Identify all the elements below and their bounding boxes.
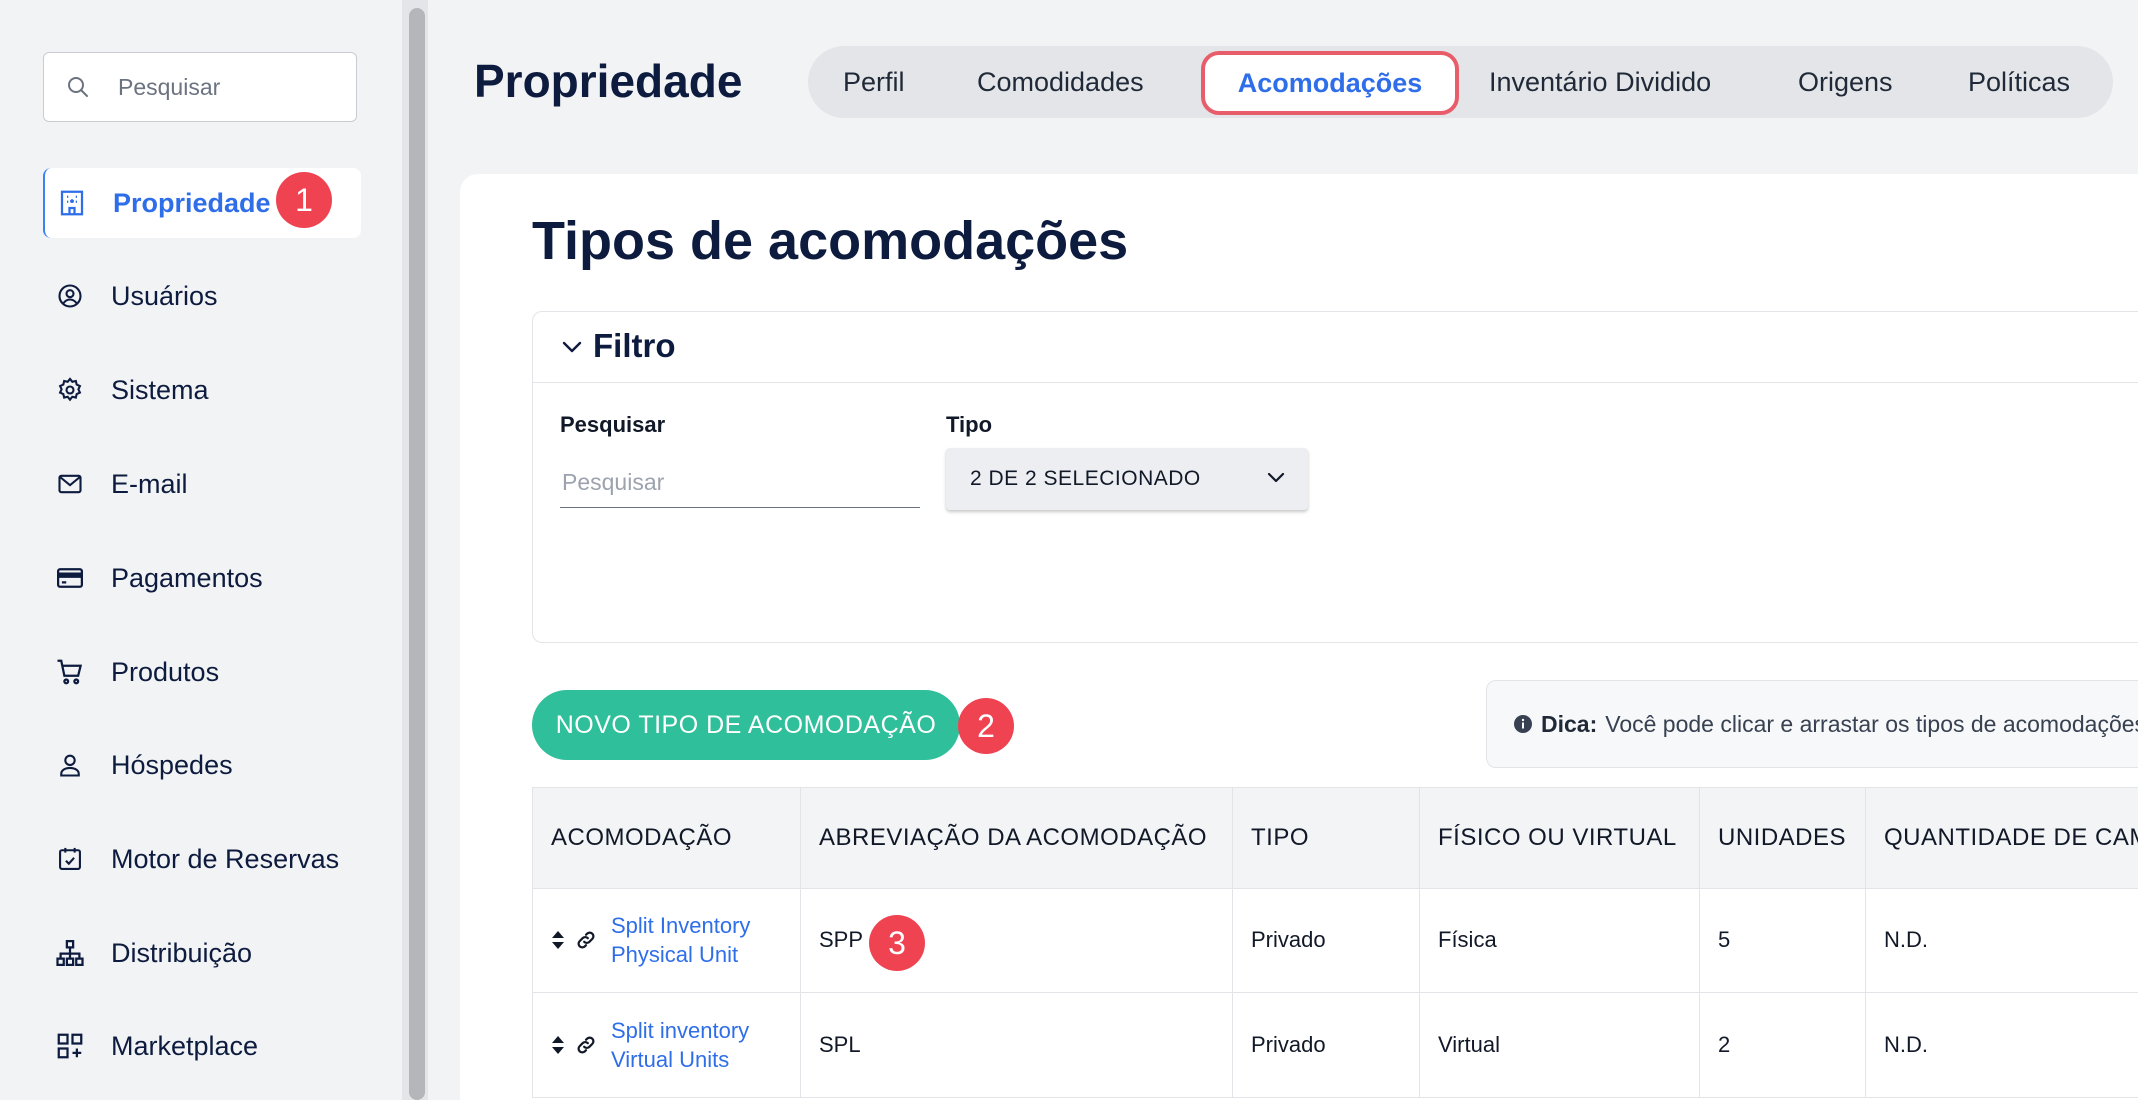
filter-type-label: Tipo xyxy=(946,412,993,437)
accommodation-link[interactable]: Split inventory Virtual Units xyxy=(611,1016,781,1074)
sidebar-item-label: Motor de Reservas xyxy=(111,843,340,874)
table-header: ACOMODAÇÃO ABREVIAÇÃO DA ACOMODAÇÃO TIPO… xyxy=(532,787,2138,889)
info-icon xyxy=(1514,715,1532,733)
gear-icon xyxy=(52,372,88,408)
tab-bar: Perfil Comodidades Acomodações Inventári… xyxy=(808,46,2113,118)
table-cell-type: Privado xyxy=(1232,992,1419,1097)
link-icon[interactable] xyxy=(575,929,597,951)
step-badge-2: 2 xyxy=(958,698,1014,754)
sidebar-item-label: E-mail xyxy=(111,468,188,499)
filter-header[interactable]: Filtro xyxy=(533,312,2138,383)
user-circle-icon xyxy=(52,278,88,314)
link-icon[interactable] xyxy=(575,1034,597,1056)
accommodation-link[interactable]: Split Inventory Physical Unit xyxy=(611,911,781,969)
sidebar-item-email[interactable]: E-mail xyxy=(43,449,359,519)
table-cell-units: 2 xyxy=(1699,992,1865,1097)
table-row: Split inventory Virtual Units SPL Privad… xyxy=(532,992,2138,1098)
chevron-down-icon xyxy=(562,341,582,353)
sidebar-item-label: Marketplace xyxy=(111,1030,259,1061)
sidebar-item-sistema[interactable]: Sistema xyxy=(43,355,359,425)
sidebar-item-label: Sistema xyxy=(111,374,209,405)
cart-icon xyxy=(52,654,88,690)
sidebar-search-input[interactable] xyxy=(116,72,340,102)
page-title: Propriedade xyxy=(474,55,743,107)
sidebar-item-label: Produtos xyxy=(111,656,220,687)
sidebar-item-label: Propriedade xyxy=(113,187,271,218)
sidebar: Propriedade 1 Usuários Sistema E-mail Pa… xyxy=(0,0,402,1100)
table-cell-accommodation: Split inventory Virtual Units xyxy=(532,992,800,1097)
table-cell-kind: Física xyxy=(1419,887,1699,992)
sidebar-scrollbar-thumb[interactable] xyxy=(409,8,425,1100)
sidebar-item-pagamentos[interactable]: Pagamentos xyxy=(43,543,359,613)
sidebar-item-usuarios[interactable]: Usuários xyxy=(43,261,359,331)
sidebar-search[interactable] xyxy=(43,52,357,122)
filter-title: Filtro xyxy=(593,327,676,364)
sidebar-item-motor-de-reservas[interactable]: Motor de Reservas xyxy=(43,824,359,894)
tip-label: Dica: xyxy=(1541,710,1598,737)
column-header[interactable]: ABREVIAÇÃO DA ACOMODAÇÃO xyxy=(800,788,1232,888)
sidebar-item-label: Distribuição xyxy=(111,937,253,968)
accommodation-table: ACOMODAÇÃO ABREVIAÇÃO DA ACOMODAÇÃO TIPO… xyxy=(532,787,2138,1100)
tip-text: Você pode clicar e arrastar os tipos de … xyxy=(1605,710,2138,737)
type-select-value: 2 DE 2 SELECIONADO xyxy=(970,467,1201,490)
table-cell-units: 5 xyxy=(1699,887,1865,992)
section-title: Tipos de acomodações xyxy=(532,211,1129,271)
table-row: Split Inventory Physical Unit SPP Privad… xyxy=(532,887,2138,993)
filter-search-label: Pesquisar xyxy=(560,412,666,437)
sidebar-item-label: Pagamentos xyxy=(111,562,263,593)
credit-card-icon xyxy=(52,560,88,596)
column-header[interactable]: QUANTIDADE DE CAMAS xyxy=(1865,788,2138,888)
table-cell-kind: Virtual xyxy=(1419,992,1699,1097)
tab-perfil[interactable]: Perfil xyxy=(843,46,905,118)
new-accommodation-type-button[interactable]: NOVO TIPO DE ACOMODAÇÃO xyxy=(532,690,960,760)
table-cell-abbreviation: SPP xyxy=(800,887,1232,992)
search-icon xyxy=(68,77,88,97)
grid-plus-icon xyxy=(52,1028,88,1064)
column-header[interactable]: FÍSICO OU VIRTUAL xyxy=(1419,788,1699,888)
table-cell-type: Privado xyxy=(1232,887,1419,992)
sort-handle-icon[interactable] xyxy=(551,1034,565,1056)
calendar-check-icon xyxy=(52,841,88,877)
chevron-down-icon xyxy=(1267,472,1285,483)
step-badge-3: 3 xyxy=(869,915,925,971)
tab-origens[interactable]: Origens xyxy=(1798,46,1893,118)
envelope-icon xyxy=(52,466,88,502)
sidebar-item-marketplace[interactable]: Marketplace xyxy=(43,1011,359,1081)
person-icon xyxy=(52,747,88,783)
tab-acomodacoes[interactable]: Acomodações xyxy=(1201,51,1459,115)
tip-box: Dica: Você pode clicar e arrastar os tip… xyxy=(1486,680,2138,768)
tab-comodidades[interactable]: Comodidades xyxy=(977,46,1144,118)
step-badge-1: 1 xyxy=(276,172,332,228)
table-cell-beds: N.D. xyxy=(1865,887,2138,992)
filter-search-input[interactable] xyxy=(560,458,920,508)
sort-handle-icon[interactable] xyxy=(551,929,565,951)
tab-inventario-dividido[interactable]: Inventário Dividido xyxy=(1489,46,1711,118)
sidebar-item-label: Hóspedes xyxy=(111,749,233,780)
table-cell-beds: N.D. xyxy=(1865,992,2138,1097)
sitemap-icon xyxy=(52,935,88,971)
sidebar-item-distribuicao[interactable]: Distribuição xyxy=(43,918,359,988)
building-icon xyxy=(54,185,90,221)
tab-politicas[interactable]: Políticas xyxy=(1968,46,2070,118)
type-select[interactable]: 2 DE 2 SELECIONADO xyxy=(946,448,1308,510)
sidebar-item-hospedes[interactable]: Hóspedes xyxy=(43,730,359,800)
sidebar-item-label: Usuários xyxy=(111,280,218,311)
column-header[interactable]: ACOMODAÇÃO xyxy=(532,788,800,888)
column-header[interactable]: TIPO xyxy=(1232,788,1419,888)
column-header[interactable]: UNIDADES xyxy=(1699,788,1865,888)
table-cell-accommodation: Split Inventory Physical Unit xyxy=(532,887,800,992)
sidebar-item-produtos[interactable]: Produtos xyxy=(43,637,359,707)
table-cell-abbreviation: SPL xyxy=(800,992,1232,1097)
